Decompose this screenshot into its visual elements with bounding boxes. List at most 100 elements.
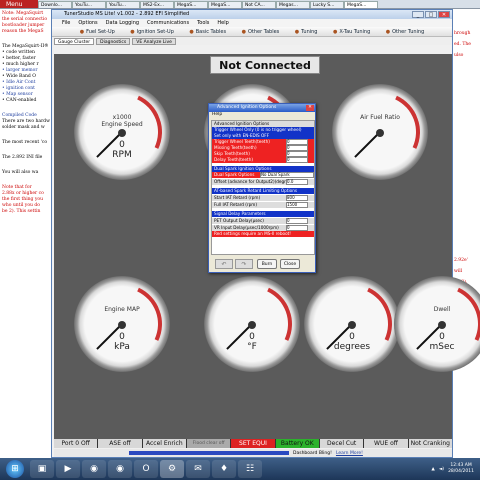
menu-communications[interactable]: Communications (147, 19, 189, 27)
dialog-titlebar: Advanced Ignition Options ✕ (209, 104, 315, 112)
spark-icon: ● (130, 29, 135, 35)
close-button[interactable]: Close (280, 259, 300, 269)
browser-tab[interactable]: Downlo... (38, 1, 72, 8)
toolbar-button-basic-tables[interactable]: ● Basic Tables (189, 27, 226, 36)
page-text-line: • better, faster (2, 56, 36, 61)
setting-input[interactable]: 0 (286, 218, 308, 224)
indicator-decel-cut: Decel Cut (319, 439, 364, 448)
dialog-help-menu[interactable]: Help (209, 112, 315, 118)
setting-select[interactable]: No Dual Spark (260, 172, 314, 178)
setting-input[interactable]: 0 (286, 157, 308, 163)
minimize-button[interactable]: _ (412, 11, 424, 18)
menu-options[interactable]: Options (78, 19, 97, 27)
gauge-hub (348, 321, 356, 329)
undo-icon[interactable]: ↶ (215, 259, 233, 269)
wrench-icon: ● (294, 29, 300, 35)
setting-label: Set only with EN-EDIS OFF (214, 133, 270, 138)
gauge-reading: 0 (439, 332, 445, 342)
setting-label: Delay Teeth(teeth) (214, 157, 253, 162)
gauge-hub (118, 321, 126, 329)
taskbar-app-icon[interactable]: ✉ (186, 460, 210, 478)
window-titlebar: TunerStudio MS Lite! v1.002 - 2.892 EFI … (52, 10, 452, 19)
network-icon[interactable]: ▲ (431, 467, 434, 472)
windows-taskbar: ⊞ ▣ ▶ ◉ ◉ O ⚙ ✉ ♦ ☷ ▲ ◄) 12:43 AM 28/04/2011 (0, 458, 480, 480)
taskbar-app-icon[interactable]: ◉ (82, 460, 106, 478)
window-close-button[interactable]: ✕ (438, 11, 450, 18)
browser-tab[interactable]: MegaS... (344, 1, 378, 8)
taskbar-app-icon[interactable]: ▣ (30, 460, 54, 478)
gauge-hub (438, 321, 446, 329)
gauge-name: Engine MAP (104, 306, 140, 313)
dialog-close-icon[interactable]: ✕ (306, 105, 314, 111)
menu-file[interactable]: File (62, 19, 70, 27)
start-button[interactable]: ⊞ (6, 460, 24, 478)
tab-ve-analyze-live[interactable]: VE Analyze Live (132, 38, 176, 45)
taskbar-app-icon[interactable]: ⚙ (160, 460, 184, 478)
toolbar-button-fuel-set-up[interactable]: ● Fuel Set-Up (80, 27, 115, 36)
gauge-unit: degrees (333, 342, 371, 352)
menu-data-logging[interactable]: Data Logging (106, 19, 139, 27)
setting-input[interactable]: 1500 (286, 202, 308, 208)
maximize-button[interactable]: □ (425, 11, 437, 18)
setting-label: Red settings require an MS-II reboot! (214, 231, 291, 236)
browser-tab[interactable]: MegaS... (208, 1, 242, 8)
toolbar-button-label: X-Tau Tuning (339, 29, 371, 35)
redo-icon[interactable]: ↷ (235, 259, 253, 269)
toolbar-button-ignition-set-up[interactable]: ● Ignition Set-Up (130, 27, 174, 36)
setting-label: Signal Delay Parameters (214, 211, 266, 216)
taskbar-app-icon[interactable]: ◉ (108, 460, 132, 478)
page-text-line: The most recent 'co (2, 140, 48, 145)
gauge-reading: 0 (119, 332, 125, 342)
learn-more-link[interactable]: Learn More! (336, 451, 363, 456)
setting-label: Trigger Wheel Teeth(teeth) (214, 139, 270, 144)
browser-tab[interactable]: YouTu... (106, 1, 140, 8)
tab-diagnostics[interactable]: Diagnostics (96, 38, 131, 45)
wrench-icon: ● (332, 29, 338, 35)
page-text-line: There are two hardw (2, 119, 50, 124)
toolbar-button-label: Basic Tables (195, 29, 227, 35)
browser-menu-button[interactable]: Menu (0, 0, 38, 8)
setting-row: Full IAT Retard (rpm) 1500 (212, 202, 314, 208)
gauge-label: Air Fuel Ratio (332, 114, 428, 121)
page-text-line: • Wide Band O (2, 74, 36, 79)
browser-tab[interactable]: Megas... (276, 1, 310, 8)
burn-button[interactable]: Burn (257, 259, 277, 269)
browser-tab[interactable]: MS2-Ex... (140, 1, 174, 8)
page-text-line: bootloader jumper (2, 23, 45, 28)
setting-label: Dual Spark Options (214, 172, 255, 177)
window-title: TunerStudio MS Lite! v1.002 - 2.892 EFI … (64, 11, 190, 17)
toolbar-button-other-tables[interactable]: ● Other Tables (242, 27, 280, 36)
dialog-settings-list: Advanced Ignition Options Trigger Wheel O… (211, 120, 315, 255)
clock[interactable]: 12:43 AM 28/04/2011 (448, 463, 474, 475)
toolbar-button-other-tuning[interactable]: ● Other Tuning (386, 27, 425, 36)
browser-tab[interactable]: Not CA... (242, 1, 276, 8)
page-text-line: 2.92e' (454, 258, 468, 263)
indicator-accel-enrich: Accel Enrich (142, 439, 186, 448)
setting-row: Dual Spark Options No Dual Spark (212, 172, 314, 178)
menu-bar: File Options Data Logging Communications Too… (52, 19, 452, 27)
setting-label: Full IAT Retard (rpm) (214, 202, 258, 207)
page-text-line: • ignition cont (2, 86, 35, 91)
toolbar-button-x-tau-tuning[interactable]: ● X-Tau Tuning (333, 27, 370, 36)
taskbar-app-icon[interactable]: ☷ (238, 460, 262, 478)
browser-tab[interactable]: Lucky S... (310, 1, 344, 8)
gauge: Engine MAP 0 kPa (70, 272, 174, 376)
page-text-line: • much higher r (2, 62, 39, 67)
page-text-line: be 2). This settin (2, 209, 41, 214)
browser-tab[interactable]: YouTu... (72, 1, 106, 8)
browser-tab[interactable]: MegaS... (174, 1, 208, 8)
setting-input[interactable]: 800 (286, 195, 308, 201)
page-text-line: The 2.892 INI file (2, 155, 43, 160)
menu-help[interactable]: Help (217, 19, 228, 27)
subtab-bar: Gauge Cluster Diagnostics VE Analyze Live (52, 37, 452, 45)
menu-tools[interactable]: Tools (197, 19, 209, 27)
volume-icon[interactable]: ◄) (439, 467, 444, 472)
taskbar-app-icon[interactable]: ♦ (212, 460, 236, 478)
gauge-label: x1000 Engine Speed (74, 114, 170, 128)
taskbar-app-icon[interactable]: O (134, 460, 158, 478)
toolbar-button-tuning[interactable]: ● Tuning (295, 27, 318, 36)
tab-gauge-cluster[interactable]: Gauge Cluster (54, 38, 95, 45)
taskbar-app-icon[interactable]: ▶ (56, 460, 80, 478)
setting-input[interactable]: 0.0 (286, 179, 308, 185)
gauge-redline (390, 272, 480, 376)
